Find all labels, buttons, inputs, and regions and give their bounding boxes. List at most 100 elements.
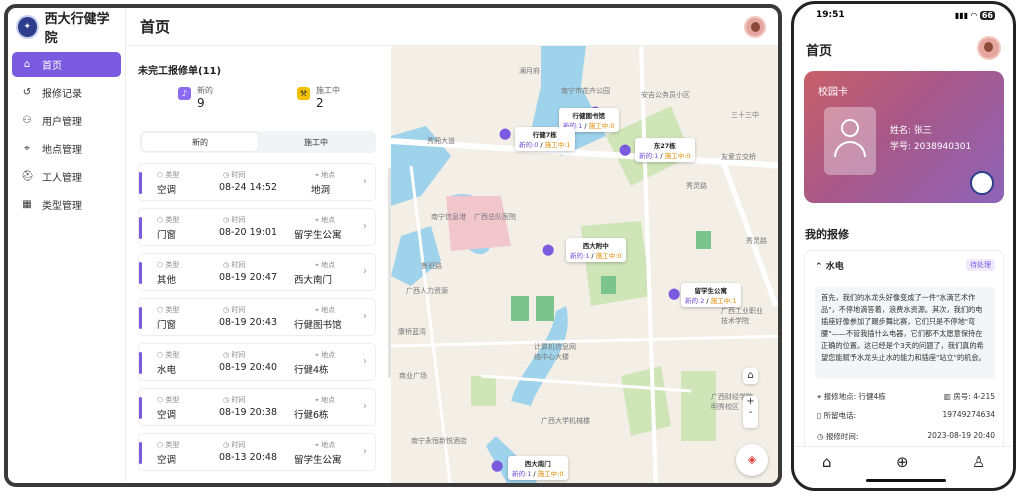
tab-working[interactable]: 施工中 (258, 133, 374, 151)
order-place: 地洞 (311, 185, 331, 196)
map-pin-icon[interactable]: ⬤ (619, 144, 631, 156)
chevron-right-icon: › (363, 356, 367, 367)
marker-counts: 新的:1 / 施工中:0 (570, 252, 622, 260)
avatar[interactable] (744, 16, 766, 38)
type-label: ⬡ 类型 (157, 441, 180, 449)
marker-counts: 新的:2 / 施工中:1 (685, 297, 737, 305)
order-card[interactable]: ⬡ 类型 空调 ◷ 时间 08-19 20:38 ⌖ 地点 行健6栋 › (138, 388, 376, 426)
sidebar-item-label: 类型管理 (42, 201, 82, 212)
sidebar-item-records[interactable]: ↺ 报修记录 (12, 80, 121, 105)
map-label: 澜月府 (519, 67, 540, 75)
map-marker-tooltip[interactable]: 留学生公寓新的:2 / 施工中:1 (681, 283, 741, 307)
status-badge: 待处理 (966, 259, 995, 271)
sidebar-item-workers[interactable]: ⛑ 工人管理 (12, 164, 121, 189)
campus-card[interactable]: 校园卡 姓名: 张三 学号: 2038940301 (804, 71, 1004, 203)
map-pin-icon[interactable]: ⬤ (499, 128, 511, 140)
zoom-in-button[interactable]: + (743, 396, 758, 407)
map-label: 康桥蓝湾 (398, 328, 426, 336)
sidebar-item-users[interactable]: ⚇ 用户管理 (12, 108, 121, 133)
orders-title: 未完工报修单(11) (138, 66, 222, 77)
building-icon: ▥ (943, 392, 951, 401)
marker-name: 留学生公寓 (694, 287, 728, 295)
school-emblem-icon (970, 171, 994, 195)
type-label: ⬡ 类型 (157, 216, 180, 224)
map-marker-tooltip[interactable]: 东27栋 新的:1 / 施工中:0 (635, 138, 695, 162)
order-type: 水电 (157, 365, 177, 376)
stat-label: 新的 (197, 86, 213, 95)
map-label: 南宁永恒新悦酒店 (411, 437, 467, 445)
home-indicator (866, 479, 946, 482)
card-student-id: 学号: 2038940301 (890, 142, 972, 152)
add-icon[interactable]: ⊕ (896, 453, 909, 471)
app-name: 西大行健学院 (44, 12, 110, 46)
avatar[interactable] (977, 36, 1001, 60)
order-card[interactable]: ⬡ 类型 门窗 ◷ 时间 08-20 19:01 ⌖ 地点 留学生公寓 › (138, 208, 376, 246)
order-time: 08-24 14:52 (219, 182, 278, 193)
home-icon[interactable]: ⌂ (743, 368, 758, 384)
mobile-screen: 19:51 ▮▮▮ ◠ 66 首页 校园卡 姓名: 张三 学号: 2038940… (791, 1, 1016, 491)
app-logo: ✦ 西大行健学院 (8, 8, 125, 46)
type-label: ⬡ 类型 (157, 171, 180, 179)
repair-phone-label: ▯ 所留电话: (817, 411, 857, 420)
order-card[interactable]: ⬡ 类型 水电 ◷ 时间 08-19 20:40 ⌖ 地点 行健4栋 › (138, 343, 376, 381)
map-label: 广西大学机械楼 (541, 417, 590, 425)
map-marker-tooltip[interactable]: 西大南门 新的:1 / 施工中:0 (508, 456, 568, 480)
orders-tabs: 新的 施工中 (140, 131, 376, 153)
order-type: 门窗 (157, 320, 177, 331)
repair-description: 首先，我们的水龙头好像变成了一件"水滴艺术作品"，不停地滴答着，浪费水资源。其次… (815, 287, 995, 379)
stat-label: 施工中 (316, 86, 340, 95)
map-marker-tooltip[interactable]: 西大附中 新的:1 / 施工中:0 (566, 238, 626, 262)
place-label: ⌖ 地点 (315, 261, 336, 269)
map-pin-icon[interactable]: ⬤ (491, 460, 503, 472)
order-time: 08-19 20:38 (219, 407, 278, 418)
history-icon: ↺ (22, 87, 32, 98)
marker-name: 行健7栋 (532, 131, 557, 139)
map-pin-icon[interactable]: ⬤ (668, 288, 680, 300)
order-card[interactable]: ⬡ 类型 空调 ◷ 时间 08-24 14:52 ⌖ 地点 地洞 › (138, 163, 376, 201)
phone-icon: ▯ (817, 411, 822, 420)
order-type: 其他 (157, 275, 177, 286)
map-label: 西大南门 (491, 482, 519, 483)
order-card[interactable]: ⬡ 类型 空调 ◷ 时间 08-13 20:48 ⌖ 地点 留学生公寓 › (138, 433, 376, 471)
profile-icon[interactable]: ♙ (972, 453, 985, 471)
compass-icon[interactable]: ◈ (736, 444, 768, 476)
order-time: 08-19 20:40 (219, 362, 278, 373)
sidebar-item-label: 地点管理 (42, 145, 82, 156)
stat-value: 9 (197, 96, 205, 110)
campus-map[interactable]: 澜月府 南宁市花卉公园 安吉公务员小区 三十三中 秀厢大道 友爱立交桥 秀灵路 南宁信息港 广西… (391, 46, 778, 483)
order-time: 08-19 20:47 (219, 272, 278, 283)
type-label: ⬡ 类型 (157, 396, 180, 404)
orders-panel: 未完工报修单(11) ♪ 新的 9 ⚒ 施工中 2 新的 施工中 ⬡ 类型 空调 ◷… (126, 46, 388, 483)
place-label: ⌖ 地点 (315, 351, 336, 359)
place-label: ⌖ 地点 (315, 171, 336, 179)
map-label: 广西总队医院 (474, 213, 516, 221)
time-label: ◷ 时间 (223, 216, 246, 224)
marker-name: 西大南门 (524, 460, 551, 468)
chevron-right-icon: › (363, 266, 367, 277)
repair-card[interactable]: ⌃ 水电 待处理 首先，我们的水龙头好像变成了一件"水滴艺术作品"，不停地滴答着… (804, 250, 1004, 450)
map-marker-tooltip[interactable]: 行健7栋新的:0 / 施工中:1 (515, 127, 575, 151)
map-label: 计算机信息网络中心大楼 (534, 343, 576, 361)
order-type: 门窗 (157, 230, 177, 241)
status-bar: 19:51 ▮▮▮ ◠ 66 (794, 4, 1013, 26)
stat-working: ⚒ 施工中 2 (257, 85, 380, 121)
home-icon[interactable]: ⌂ (822, 453, 832, 471)
type-label: ⬡ 类型 (157, 306, 180, 314)
sidebar-item-home[interactable]: ⌂ 首页 (12, 52, 121, 77)
stat-value: 2 (316, 96, 324, 110)
order-type: 空调 (157, 185, 177, 196)
sidebar-item-types[interactable]: ▦ 类型管理 (12, 192, 121, 217)
type-label: ⬡ 类型 (157, 351, 180, 359)
my-repairs-title: 我的报修 (805, 228, 849, 241)
map-pin-icon[interactable]: ⬤ (542, 244, 554, 256)
order-card[interactable]: ⬡ 类型 门窗 ◷ 时间 08-19 20:43 ⌖ 地点 行健图书馆 › (138, 298, 376, 336)
order-time: 08-19 20:43 (219, 317, 278, 328)
sidebar-item-locations[interactable]: ⌖ 地点管理 (12, 136, 121, 161)
marker-counts: 新的:0 / 施工中:1 (519, 141, 571, 149)
order-place: 行健6栋 (294, 410, 329, 421)
tab-new[interactable]: 新的 (142, 133, 258, 151)
order-card[interactable]: ⬡ 类型 其他 ◷ 时间 08-19 20:47 ⌖ 地点 西大南门 › (138, 253, 376, 291)
order-place: 留学生公寓 (294, 455, 342, 466)
zoom-out-button[interactable]: - (743, 407, 758, 418)
time-label: ◷ 时间 (223, 351, 246, 359)
